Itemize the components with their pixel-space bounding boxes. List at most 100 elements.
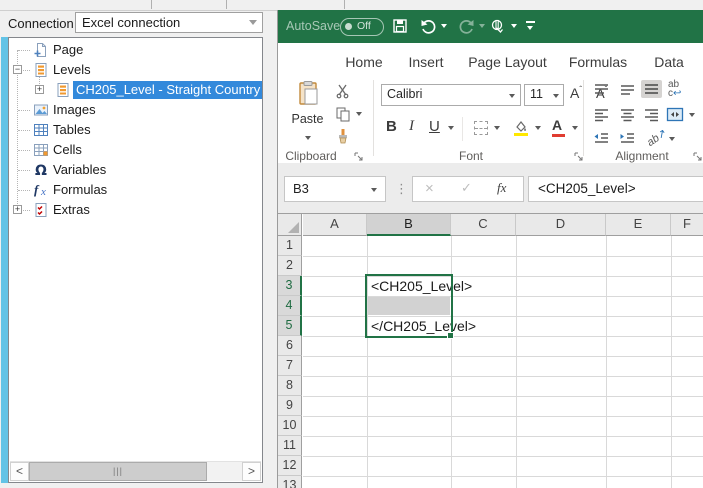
scroll-right-button[interactable]: > — [242, 462, 261, 481]
column-header-a[interactable]: A — [303, 214, 367, 236]
row-header-1[interactable]: 1 — [278, 236, 302, 256]
align-right-button[interactable] — [643, 108, 660, 122]
tree-item-variables[interactable]: Ω Variables — [9, 160, 262, 180]
gridline-horizontal — [303, 336, 703, 337]
fill-color-dropdown-caret[interactable] — [535, 126, 541, 130]
cut-button[interactable] — [335, 83, 351, 104]
merge-center-button[interactable] — [666, 107, 684, 127]
underline-button[interactable]: U — [429, 118, 440, 135]
scroll-left-button[interactable]: < — [10, 462, 29, 481]
top-align-button[interactable] — [593, 83, 610, 97]
clipboard-dialog-launcher[interactable] — [354, 152, 363, 161]
scrollbar-thumb[interactable]: ||| — [29, 462, 207, 481]
font-color-button[interactable]: A — [552, 117, 565, 137]
tab-formulas[interactable]: Formulas — [568, 52, 628, 74]
row-header-13[interactable]: 13 — [278, 476, 302, 488]
touch-mouse-mode-button[interactable] — [490, 18, 505, 39]
tab-insert[interactable]: Insert — [406, 52, 446, 74]
excel-titlebar: AutoSave Off — [278, 10, 703, 43]
paste-button[interactable]: Paste — [284, 78, 331, 146]
format-painter-button[interactable] — [335, 128, 351, 149]
redo-button[interactable] — [458, 18, 475, 39]
paste-dropdown-caret[interactable] — [305, 136, 311, 140]
merge-center-dropdown-caret[interactable] — [689, 113, 695, 117]
fill-color-button[interactable] — [512, 119, 530, 142]
tree-item-formulas[interactable]: f x Formulas — [9, 180, 262, 200]
tree-item-page[interactable]: Page — [9, 40, 262, 60]
orientation-button[interactable]: ab↗ — [644, 126, 669, 149]
row-header-12[interactable]: 12 — [278, 456, 302, 476]
font-color-dropdown-caret[interactable] — [572, 126, 578, 130]
middle-align-button[interactable] — [619, 83, 636, 97]
borders-button[interactable] — [474, 121, 488, 135]
decrease-indent-button[interactable] — [593, 132, 610, 146]
worksheet-grid[interactable]: A B C D E F 1 2 3 4 5 6 7 8 9 10 11 12 13 <CH205_Level> </CH… — [278, 213, 703, 488]
autosave-toggle[interactable]: Off — [340, 18, 384, 36]
cancel-icon[interactable]: × — [425, 180, 434, 197]
touch-mode-dropdown-caret[interactable] — [511, 24, 517, 28]
gridline-vertical — [606, 236, 607, 488]
copy-icon — [336, 107, 350, 122]
insert-function-icon[interactable]: fx — [497, 180, 506, 196]
underline-dropdown-caret[interactable] — [448, 126, 454, 130]
fill-handle[interactable] — [447, 332, 454, 339]
toolbar-separator — [151, 0, 152, 9]
customize-quick-access-toolbar-button[interactable] — [526, 18, 536, 32]
tree-item-levels[interactable]: − Levels — [9, 60, 262, 80]
increase-font-size-button[interactable]: Aˆ — [570, 85, 582, 101]
row-header-10[interactable]: 10 — [278, 416, 302, 436]
tree-item-images[interactable]: Images — [9, 100, 262, 120]
copy-dropdown-caret[interactable] — [356, 112, 362, 116]
column-header-e[interactable]: E — [606, 214, 671, 236]
column-header-d[interactable]: D — [516, 214, 606, 236]
align-left-button[interactable] — [593, 108, 610, 122]
gridline-horizontal — [303, 396, 703, 397]
bottom-align-button[interactable] — [641, 80, 662, 98]
row-header-4[interactable]: 4 — [278, 296, 302, 316]
column-header-c[interactable]: C — [451, 214, 516, 236]
font-dialog-launcher[interactable] — [574, 152, 583, 161]
bold-button[interactable]: B — [386, 118, 397, 135]
row-header-6[interactable]: 6 — [278, 336, 302, 356]
expand-box[interactable]: + — [35, 85, 44, 94]
row-header-5[interactable]: 5 — [278, 316, 302, 336]
tree-item-ch205-level-straight-country-sale[interactable]: + CH205_Level - Straight Country - Sale — [9, 80, 262, 100]
redo-dropdown-caret[interactable] — [479, 24, 485, 28]
tree-horizontal-scrollbar[interactable]: < ||| > — [10, 461, 261, 481]
row-header-3[interactable]: 3 — [278, 276, 302, 296]
connection-dropdown[interactable]: Excel connection — [75, 12, 263, 33]
row-header-7[interactable]: 7 — [278, 356, 302, 376]
tree-item-extras[interactable]: + Extras — [9, 200, 262, 220]
row-header-2[interactable]: 2 — [278, 256, 302, 276]
enter-icon[interactable]: ✓ — [461, 180, 472, 196]
tree-item-cells[interactable]: Cells — [9, 140, 262, 160]
wrap-text-button[interactable]: ab c↩ — [668, 80, 681, 99]
row-header-8[interactable]: 8 — [278, 376, 302, 396]
font-size-combobox[interactable]: 11 — [524, 84, 564, 106]
formula-input[interactable]: <CH205_Level> — [528, 176, 703, 202]
save-button[interactable] — [392, 18, 408, 39]
tree-item-tables[interactable]: Tables — [9, 120, 262, 140]
column-header-b[interactable]: B — [367, 214, 451, 236]
tab-home[interactable]: Home — [338, 52, 390, 78]
column-header-f[interactable]: F — [671, 214, 703, 236]
align-center-button[interactable] — [619, 108, 636, 122]
select-all-button[interactable] — [278, 214, 302, 236]
name-box[interactable]: B3 — [284, 176, 386, 202]
orientation-dropdown-caret[interactable] — [669, 137, 675, 141]
alignment-dialog-launcher[interactable] — [693, 152, 702, 161]
expand-box[interactable]: + — [13, 205, 22, 214]
font-name-combobox[interactable]: Calibri — [381, 84, 521, 106]
undo-button[interactable] — [420, 18, 437, 39]
increase-indent-button[interactable] — [619, 132, 636, 146]
tab-data[interactable]: Data — [650, 52, 688, 74]
row-header-9[interactable]: 9 — [278, 396, 302, 416]
row-header-11[interactable]: 11 — [278, 436, 302, 456]
name-box-dropdown-caret[interactable] — [371, 188, 377, 192]
copy-button[interactable] — [335, 106, 351, 127]
italic-button[interactable]: I — [409, 118, 414, 135]
undo-dropdown-caret[interactable] — [441, 24, 447, 28]
borders-dropdown-caret[interactable] — [494, 126, 500, 130]
collapse-box[interactable]: − — [13, 65, 22, 74]
tab-page-layout[interactable]: Page Layout — [466, 52, 549, 74]
